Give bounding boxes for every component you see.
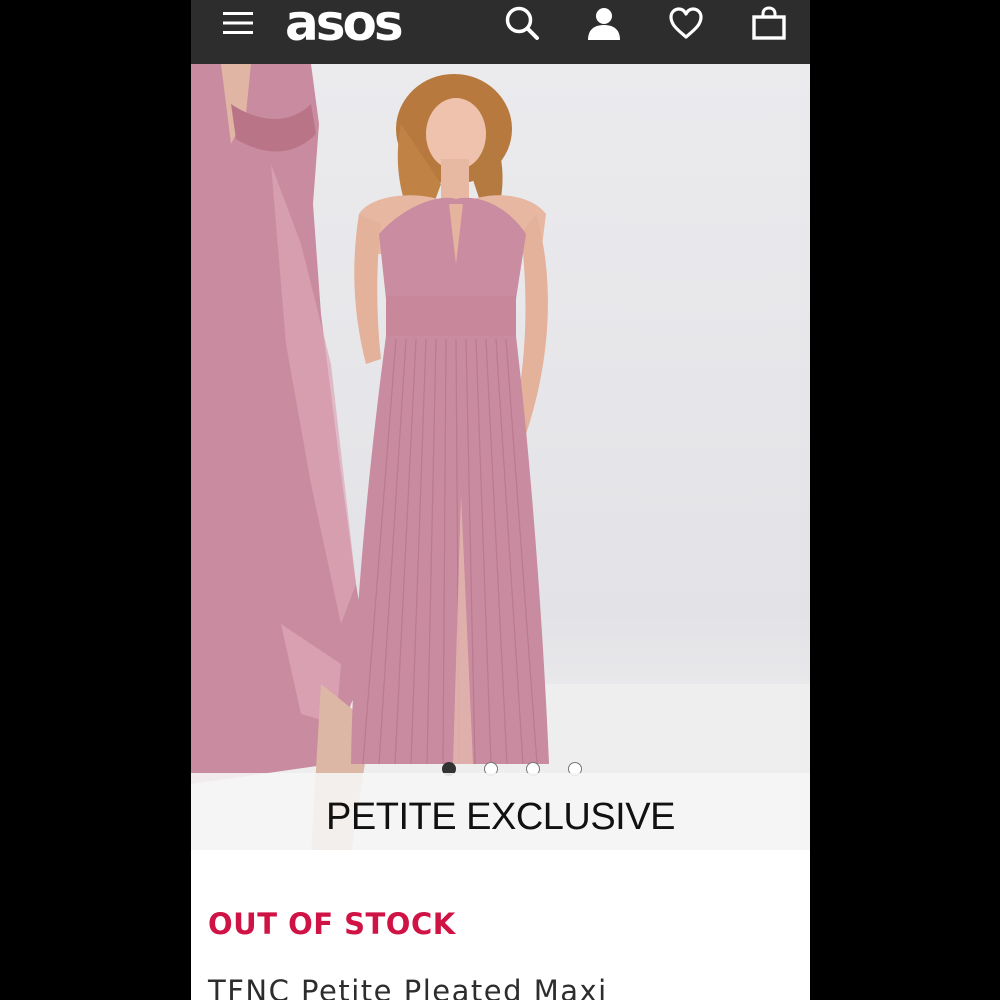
- search-icon: [505, 6, 539, 40]
- product-title: TFNC Petite Pleated Maxi: [208, 974, 608, 1000]
- account-button[interactable]: [583, 0, 625, 46]
- stock-status: OUT OF STOCK: [208, 907, 456, 941]
- banner-label: PETITE EXCLUSIVE: [326, 795, 675, 838]
- heart-icon: [669, 7, 703, 39]
- search-button[interactable]: [501, 0, 543, 46]
- menu-button[interactable]: [218, 0, 258, 46]
- petite-exclusive-banner: PETITE EXCLUSIVE: [191, 773, 810, 850]
- bag-icon: [752, 6, 786, 40]
- hamburger-menu-icon: [223, 12, 253, 34]
- product-image-carousel[interactable]: PETITE EXCLUSIVE: [191, 64, 810, 850]
- bag-button[interactable]: [748, 0, 790, 46]
- product-photo: [191, 64, 810, 850]
- app-screen: asos PETITE EXCLUSIVE OUT OF STOCK TFNC …: [191, 0, 810, 1000]
- asos-logo[interactable]: asos: [285, 0, 404, 48]
- top-nav-bar: asos: [191, 0, 810, 64]
- account-icon: [588, 8, 620, 40]
- saved-items-button[interactable]: [665, 0, 707, 46]
